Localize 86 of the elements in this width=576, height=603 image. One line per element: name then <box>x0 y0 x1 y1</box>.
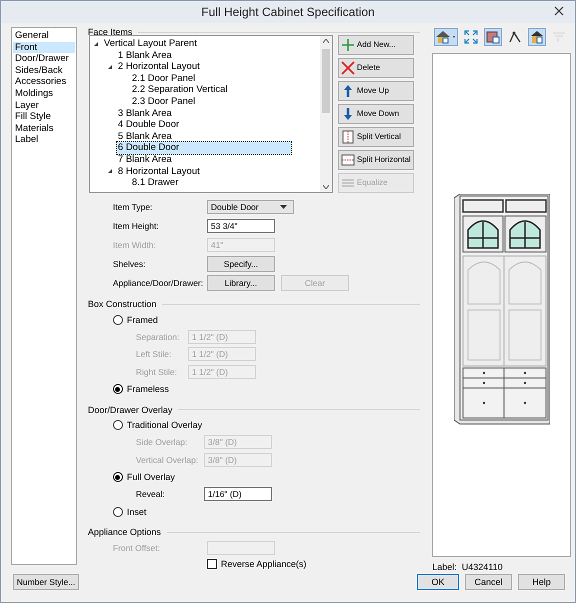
scroll-down-icon[interactable] <box>322 185 329 189</box>
field-label: Side Overlap: <box>136 437 188 448</box>
tree-item[interactable]: 6 Double Door <box>116 141 292 155</box>
tree-item[interactable]: 2 Horizontal Layout <box>116 60 202 74</box>
split-horizontal-icon <box>340 152 355 167</box>
tree-action-button[interactable]: Delete <box>338 58 414 78</box>
expand-triangle-icon[interactable] <box>106 167 114 176</box>
tree-item[interactable]: 5 Blank Area <box>116 130 174 144</box>
scrollbar[interactable] <box>320 36 332 192</box>
tree-item[interactable]: 2.1 Door Panel <box>130 72 198 86</box>
tree-item[interactable]: 1 Blank Area <box>116 48 174 62</box>
tree-item[interactable]: 8.1 Drawer <box>130 176 180 190</box>
vector-edges-icon <box>508 30 522 44</box>
tree-action-button[interactable]: Add New... <box>338 35 414 54</box>
category-item[interactable]: Sides/Back <box>13 64 75 76</box>
radio-button[interactable]: Framed <box>112 312 158 328</box>
tree-action-button[interactable]: Split Vertical <box>338 127 414 146</box>
radio-circle[interactable] <box>112 314 123 324</box>
field-label: Front Offset: <box>112 542 161 553</box>
toolbar-button[interactable] <box>484 28 502 46</box>
radio-circle[interactable] <box>112 506 123 516</box>
tree-action-button[interactable]: Split Horizontal <box>338 150 414 170</box>
plus-icon <box>340 38 355 52</box>
action-button[interactable]: Specify... <box>206 256 275 272</box>
x-icon <box>340 60 355 75</box>
dialog-button[interactable]: OK <box>417 574 459 590</box>
group-title: Box Construction <box>88 299 156 309</box>
expand-triangle-icon[interactable] <box>92 40 100 48</box>
field-label: Item Width: <box>112 240 157 250</box>
field-label: Shelves: <box>112 259 146 270</box>
toolbar-button[interactable] <box>528 28 546 46</box>
dialog-button[interactable]: Help <box>518 574 565 590</box>
field-label: Item Type: <box>112 202 154 212</box>
house-view-icon <box>435 30 458 44</box>
group-title: Face Items <box>88 27 132 37</box>
field-label: Reveal: <box>136 489 166 500</box>
field-label: Left Stile: <box>136 349 172 360</box>
category-item[interactable]: Moldings <box>13 88 75 100</box>
group-title: Door/Drawer Overlay <box>88 404 172 414</box>
category-item[interactable]: Fill Style <box>13 111 75 123</box>
category-item[interactable]: Materials <box>13 122 75 134</box>
shaded-house-icon <box>530 30 544 44</box>
action-button[interactable]: Library... <box>206 275 275 292</box>
category-item[interactable]: Label <box>13 134 75 146</box>
radio-circle[interactable] <box>112 420 123 430</box>
category-item[interactable]: Door/Drawer <box>13 53 75 65</box>
tree-action-button[interactable]: Move Up <box>338 81 414 100</box>
category-item[interactable]: Accessories <box>13 76 75 88</box>
color-view-icon <box>486 30 500 44</box>
field-label: Vertical Overlap: <box>136 454 200 465</box>
split-vertical-icon <box>340 130 355 144</box>
toolbar-button[interactable] <box>434 28 458 46</box>
radio-circle[interactable] <box>112 384 123 394</box>
tree-item[interactable]: 8 Horizontal Layout <box>116 164 202 178</box>
window-title: Full Height Cabinet Specification <box>201 5 375 19</box>
radio-button[interactable]: Inset <box>112 504 146 520</box>
field-label: Right Stile: <box>136 366 178 377</box>
label-text: Label: U4324110 <box>432 562 504 572</box>
field-label: Separation: <box>136 332 180 342</box>
fit-view-icon <box>464 30 478 44</box>
category-item[interactable]: Front <box>13 42 75 54</box>
caret-icon <box>280 205 287 210</box>
expand-triangle-icon[interactable] <box>106 62 114 71</box>
checkbox[interactable]: Reverse Appliance(s) <box>206 556 306 572</box>
category-item[interactable]: General <box>13 30 75 42</box>
scroll-up-icon[interactable] <box>322 39 329 43</box>
field-label: Item Height: <box>112 221 160 232</box>
radio-button[interactable]: Traditional Overlay <box>112 417 202 433</box>
tree-item[interactable]: 4 Double Door <box>116 118 182 132</box>
input-field[interactable]: 1/16" (D) <box>204 487 272 502</box>
tree-item[interactable]: 3 Blank Area <box>116 106 174 120</box>
category-item[interactable]: Layer <box>13 100 75 112</box>
tree-item[interactable]: 2.3 Door Panel <box>130 94 198 109</box>
input-field[interactable]: 53 3/4" <box>206 219 275 234</box>
radio-button[interactable]: Frameless <box>112 381 169 397</box>
field-label: Appliance/Door/Drawer: <box>112 278 204 288</box>
tree-item[interactable]: Vertical Layout Parent <box>102 37 199 51</box>
radio-circle[interactable] <box>112 472 123 482</box>
number-style-button[interactable]: Number Style... <box>13 574 79 590</box>
tree-item[interactable]: 7 Blank Area <box>116 152 174 167</box>
tree-action-button[interactable]: Move Down <box>338 104 414 124</box>
radio-button[interactable]: Full Overlay <box>112 469 175 485</box>
tree-item[interactable]: 2.2 Separation Vertical <box>130 83 230 97</box>
dialog-button[interactable]: Cancel <box>465 574 512 590</box>
group-title: Appliance Options <box>88 527 161 537</box>
dropdown[interactable]: Double Door <box>206 200 294 214</box>
